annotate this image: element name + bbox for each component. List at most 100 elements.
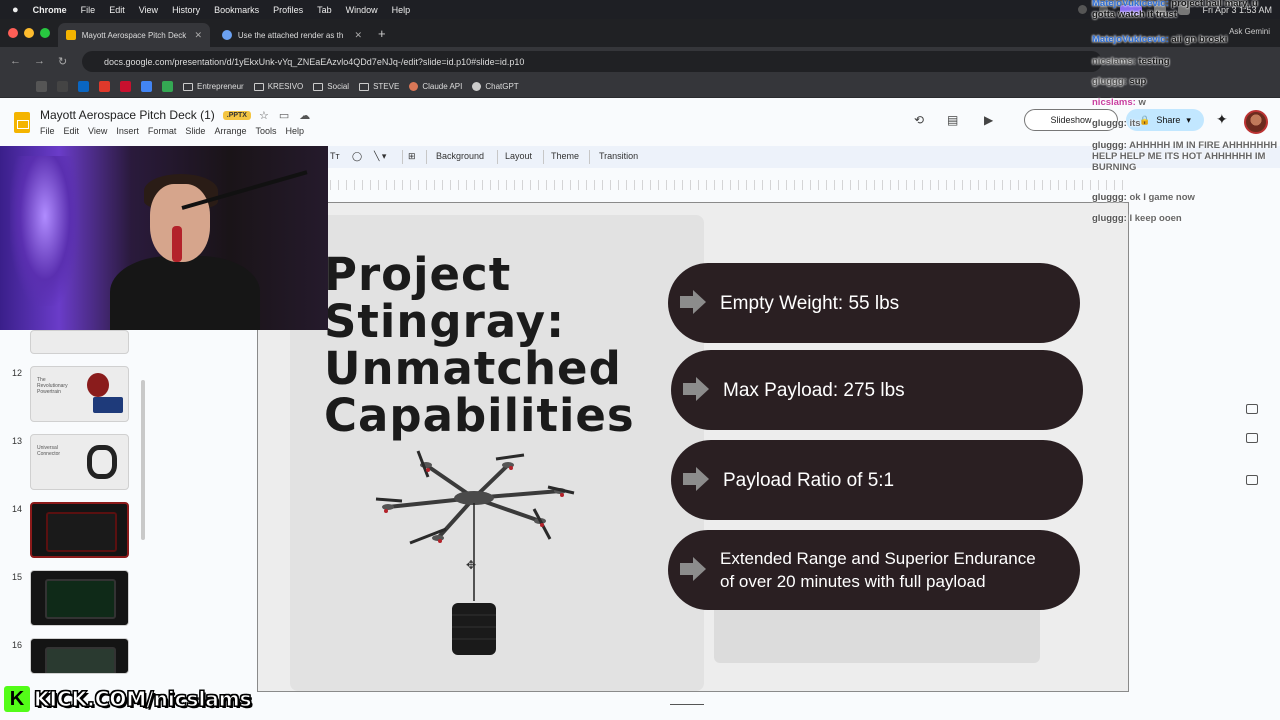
menubar-file[interactable]: File [81, 5, 96, 15]
bookmark-icon[interactable] [120, 81, 131, 92]
bullet-pill-2[interactable]: Max Payload: 275 lbs [671, 350, 1083, 430]
menu-file[interactable]: File [40, 126, 55, 136]
shape-icon[interactable]: ◯ [352, 151, 362, 162]
text-box-icon[interactable]: Tт [330, 151, 340, 161]
new-tab-icon[interactable]: + [378, 26, 386, 41]
watermark-url: KICK.COM/nicslams [34, 687, 253, 712]
reload-icon[interactable]: ↻ [58, 55, 67, 68]
linkedin-icon[interactable] [78, 81, 89, 92]
close-tab-icon[interactable]: ✕ [354, 30, 362, 41]
folder-icon [253, 82, 264, 91]
record-icon[interactable] [1078, 5, 1088, 14]
menubar-history[interactable]: History [172, 5, 200, 15]
menu-insert[interactable]: Insert [116, 126, 139, 136]
menubar-window[interactable]: Window [346, 5, 378, 15]
current-slide[interactable]: Project Stingray: Unmatched Capabilities [257, 202, 1129, 692]
bookmark-kresivo[interactable]: KRESIVO [253, 82, 303, 91]
folder-icon [359, 82, 370, 91]
docs-menu: File Edit View Insert Format Slide Arran… [40, 126, 304, 136]
bullet-pill-4[interactable]: Extended Range and Superior Endurance of… [668, 530, 1080, 610]
slide-title[interactable]: Project Stingray: Unmatched Capabilities [324, 251, 684, 439]
menu-help[interactable]: Help [285, 126, 304, 136]
bookmark-chatgpt[interactable]: ChatGPT [472, 82, 519, 91]
star-icon[interactable]: ☆ [259, 109, 269, 122]
bookmark-claude-api[interactable]: Claude API [409, 82, 462, 91]
tab-render[interactable]: Use the attached render as th ✕ [214, 23, 370, 47]
menubar-edit[interactable]: Edit [109, 5, 125, 15]
light-bar [10, 156, 80, 306]
menubar-view[interactable]: View [139, 5, 158, 15]
version-history-icon[interactable]: ⟲ [914, 113, 924, 127]
menubar-bookmarks[interactable]: Bookmarks [214, 5, 259, 15]
folder-icon[interactable] [1246, 433, 1258, 443]
menubar-profiles[interactable]: Profiles [273, 5, 303, 15]
slides-logo-icon[interactable] [14, 112, 30, 133]
menu-view[interactable]: View [88, 126, 107, 136]
filmstrip-scrollbar[interactable] [141, 380, 145, 540]
address-bar[interactable]: docs.google.com/presentation/d/1yEkxUnk-… [82, 51, 1102, 72]
add-comment-icon[interactable]: ⊞ [408, 151, 416, 162]
sheets-icon[interactable] [162, 81, 173, 92]
menubar-tab[interactable]: Tab [317, 5, 332, 15]
explore-icon[interactable] [1246, 475, 1258, 485]
bookmark-icon[interactable] [57, 81, 68, 92]
cloud-status-icon[interactable]: ☁ [299, 109, 310, 122]
tab-title: Use the attached render as th [237, 30, 344, 40]
bookmark-icon[interactable] [36, 81, 47, 92]
theme-button[interactable]: Theme [551, 151, 579, 161]
menu-tools[interactable]: Tools [255, 126, 276, 136]
drone-image[interactable]: ✥ [348, 443, 608, 663]
slide-filmstrip: 12 The Revolutionary Powertrain 13 Unive… [0, 330, 156, 720]
menu-edit[interactable]: Edit [64, 126, 80, 136]
bookmark-steve[interactable]: STEVE [359, 82, 399, 91]
close-tab-icon[interactable]: ✕ [194, 30, 202, 41]
slide-thumbnail[interactable] [30, 330, 129, 354]
controller-screen-image [45, 579, 116, 619]
bullet-pill-3[interactable]: Payload Ratio of 5:1 [671, 440, 1083, 520]
back-icon[interactable]: ← [10, 55, 21, 67]
layout-button[interactable]: Layout [505, 151, 532, 161]
doc-title[interactable]: Mayott Aerospace Pitch Deck (1) [40, 108, 215, 122]
bookmark-social[interactable]: Social [313, 82, 349, 91]
comments-icon[interactable]: ▤ [947, 113, 958, 127]
chat-message: MatejoVukicevic: project hail mary, u go… [1092, 0, 1258, 20]
tab-pitch-deck[interactable]: Mayott Aerospace Pitch Deck ✕ [58, 23, 210, 47]
background-button[interactable]: Background [436, 151, 484, 161]
meet-icon[interactable]: ▶ [984, 113, 993, 127]
close-window-icon[interactable] [8, 28, 18, 38]
bookmark-icon[interactable] [99, 81, 110, 92]
slide-thumbnail-15[interactable] [30, 570, 129, 626]
menubar-help[interactable]: Help [392, 5, 411, 15]
zoom-window-icon[interactable] [40, 28, 50, 38]
slide-thumbnail-12[interactable]: The Revolutionary Powertrain [30, 366, 129, 422]
chat-message: nicslams: w [1092, 97, 1146, 108]
slide-number: 16 [12, 640, 23, 650]
doc-title-row: Mayott Aerospace Pitch Deck (1) .PPTX ☆ … [40, 108, 310, 122]
bookmarks-bar: Entrepreneur KRESIVO Social STEVE Claude… [0, 76, 1280, 98]
slide-thumbnail-13[interactable]: Universal Connector [30, 434, 129, 490]
slide-number: 13 [12, 436, 23, 446]
tab-title: Mayott Aerospace Pitch Deck [81, 30, 187, 40]
chat-message: MatejoVukicevic: aii gn broski [1092, 34, 1228, 45]
bookmark-entrepreneur[interactable]: Entrepreneur [183, 82, 244, 91]
drive-icon[interactable] [141, 81, 152, 92]
forward-icon[interactable]: → [34, 55, 45, 67]
transition-button[interactable]: Transition [599, 151, 638, 161]
menubar-app-name[interactable]: Chrome [33, 5, 67, 15]
line-icon[interactable]: ╲ ▾ [374, 151, 386, 162]
slide-thumbnail-14[interactable] [30, 502, 129, 558]
keep-icon[interactable] [1246, 404, 1258, 414]
move-folder-icon[interactable]: ▭ [279, 109, 289, 122]
menu-arrange[interactable]: Arrange [214, 126, 246, 136]
apple-icon[interactable]: ● [12, 4, 19, 16]
slide-thumbnail-16[interactable] [30, 638, 129, 674]
menu-slide[interactable]: Slide [185, 126, 205, 136]
battery-image [93, 397, 123, 413]
bullet-pill-1[interactable]: Empty Weight: 55 lbs [668, 263, 1080, 343]
menu-format[interactable]: Format [148, 126, 177, 136]
connector-image [87, 445, 117, 479]
chat-message: gluggg: AHHHHH IM IN FIRE AHHHHHHH HELP … [1092, 140, 1278, 173]
bullet-text: Max Payload: 275 lbs [723, 379, 905, 401]
chatgpt-icon [472, 82, 482, 91]
minimize-window-icon[interactable] [24, 28, 34, 38]
